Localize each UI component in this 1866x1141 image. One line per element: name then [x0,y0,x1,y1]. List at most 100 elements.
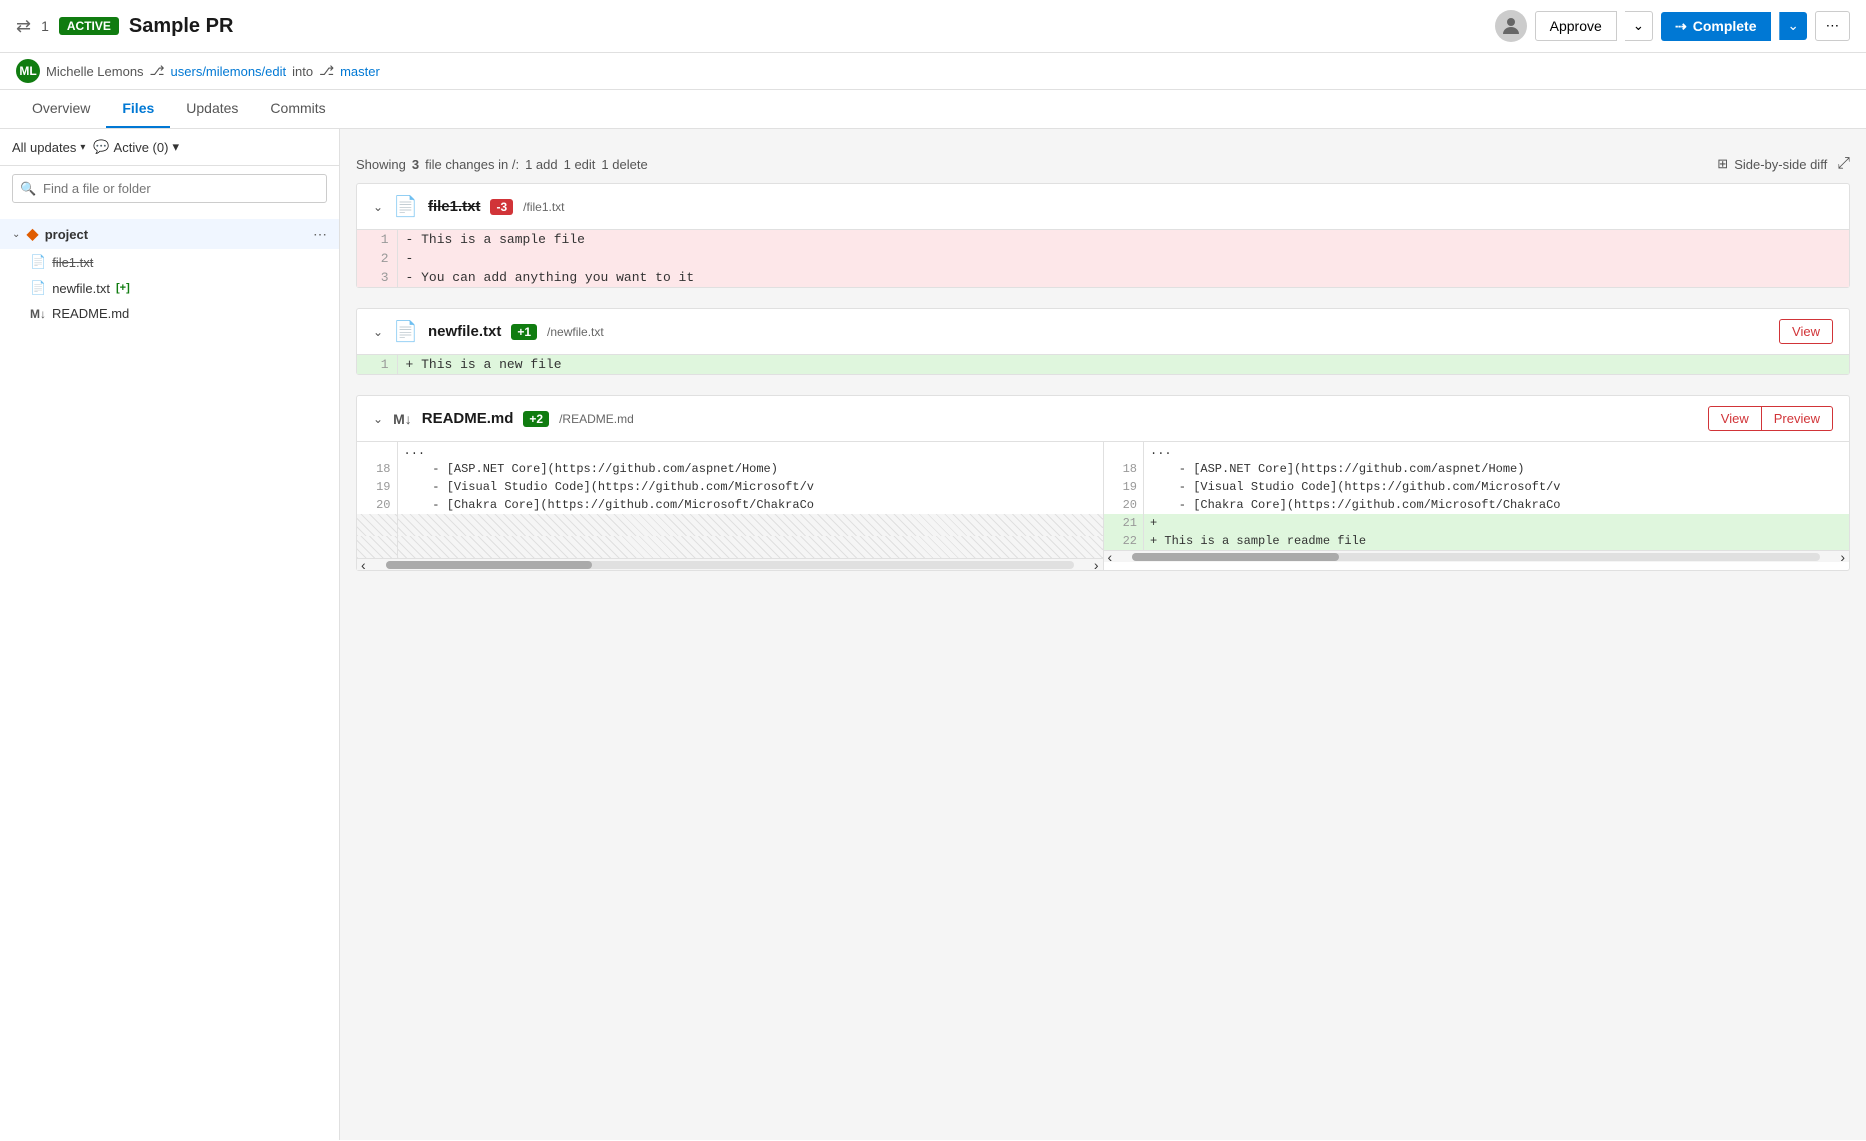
all-updates-filter[interactable]: All updates ▾ [12,139,85,155]
branch-to-link[interactable]: master [340,64,380,79]
tree-group-project: ⌄ ◆ project ⋯ 📄 file1.txt 📄 newfile.txt … [0,215,339,330]
line-code: + [1144,514,1850,532]
complete-dropdown-button[interactable]: ⌄ [1779,12,1807,40]
complete-button[interactable]: ⇢ Complete [1661,12,1771,41]
main-layout: All updates ▾ 💬 Active (0) ▾ 🔍 ⌄ ◆ proje… [0,129,1866,1140]
line-num [357,536,397,558]
scroll-left-arrow[interactable]: ‹ [357,557,370,571]
table-row: 3 - You can add anything you want to it [357,268,1849,287]
comment-icon: 💬 [93,139,109,155]
pr-icon: ⇄ [16,16,31,37]
scrollbar-thumb-left [386,561,592,569]
delete-count: 1 delete [601,157,647,172]
table-row: 18 - [ASP.NET Core](https://github.com/a… [1104,460,1850,478]
table-row [357,514,1103,536]
side-by-side-icon: ⊞ [1717,156,1728,172]
tab-overview[interactable]: Overview [16,90,106,128]
file-search-box: 🔍 [12,174,327,203]
scroll-right-arrow[interactable]: › [1090,557,1103,571]
diff-badge-newfiletxt: +1 [511,324,537,340]
diff-table-right: ... 18 - [ASP.NET Core](https://github.c… [1104,442,1850,550]
scroll-left-arrow-right[interactable]: ‹ [1104,549,1117,565]
active-badge: ACTIVE [59,17,119,35]
tab-commits[interactable]: Commits [254,90,341,128]
table-row: ... [1104,442,1850,460]
sidebar-toolbar: All updates ▾ 💬 Active (0) ▾ [0,129,339,166]
diff-filename-file1txt: file1.txt [428,198,481,215]
scrollbar-track-left[interactable] [386,561,1074,569]
sidebar: All updates ▾ 💬 Active (0) ▾ 🔍 ⌄ ◆ proje… [0,129,340,1140]
line-num: 18 [1104,460,1144,478]
file-icon: 📄 [30,254,46,270]
file-name-newfiletxt: newfile.txt [52,281,110,296]
branch-from-link[interactable]: users/milemons/edit [171,64,287,79]
line-num: 2 [357,249,397,268]
expand-icon[interactable]: ⤢ [1837,155,1850,173]
line-code [397,514,1103,536]
table-row: 18 - [ASP.NET Core](https://github.com/a… [357,460,1103,478]
search-input[interactable] [12,174,327,203]
collapse-icon-newfiletxt[interactable]: ⌄ [373,325,383,339]
complete-icon: ⇢ [1675,18,1687,35]
line-code: - [Visual Studio Code](https://github.co… [397,478,1103,496]
scrollbar-track-right[interactable] [1132,553,1820,561]
line-code: - [ASP.NET Core](https://github.com/aspn… [397,460,1103,478]
line-code: ... [1144,442,1850,460]
line-num: 1 [357,230,397,249]
line-code: - [Visual Studio Code](https://github.co… [1144,478,1850,496]
line-code: - [397,249,1849,268]
edit-count: 1 edit [564,157,596,172]
tree-file-readmemd[interactable]: M↓ README.md [0,301,339,326]
line-num [357,442,397,460]
table-row: ... [357,442,1103,460]
folder-icon: ◆ [26,224,38,244]
table-row: 19 - [Visual Studio Code](https://github… [1104,478,1850,496]
line-num [357,514,397,536]
tab-updates[interactable]: Updates [170,90,254,128]
author-name: Michelle Lemons [46,64,144,79]
diff-content-file1txt: 1 - This is a sample file 2 - 3 - You ca… [357,230,1849,287]
header-actions: Approve ⌄ ⇢ Complete ⌄ ⋯ [1495,10,1850,42]
tab-files[interactable]: Files [106,90,170,128]
stats-bar: Showing 3 file changes in /: 1 add 1 edi… [356,145,1850,183]
side-by-side-label: Side-by-side diff [1734,157,1827,172]
scroll-area-right: ‹ › [1104,550,1850,562]
diff-filename-readmemd: README.md [422,410,514,427]
more-button[interactable]: ⋯ [1815,11,1850,41]
diff-right-readmemd: ... 18 - [ASP.NET Core](https://github.c… [1104,442,1850,570]
filter-arrow-icon: ▾ [80,142,85,153]
line-code: - This is a sample file [397,230,1849,249]
add-count: 1 add [525,157,558,172]
file-count: 3 [412,157,419,172]
file-badge-new: [+] [116,282,130,294]
complete-label: Complete [1693,18,1757,34]
diff-left-readmemd: ... 18 - [ASP.NET Core](https://github.c… [357,442,1104,570]
tree-folder-project[interactable]: ⌄ ◆ project ⋯ [0,219,339,249]
collapse-icon-readmemd[interactable]: ⌄ [373,412,383,426]
md-icon: M↓ [30,307,46,321]
folder-more-icon[interactable]: ⋯ [313,226,327,243]
header: ⇄ 1 ACTIVE Sample PR Approve ⌄ ⇢ Complet… [0,0,1866,53]
tree-file-newfiletxt[interactable]: 📄 newfile.txt [+] [0,275,339,301]
approve-dropdown-button[interactable]: ⌄ [1625,11,1653,41]
preview-button-readmemd[interactable]: Preview [1762,406,1833,431]
line-num: 20 [1104,496,1144,514]
diff-card-file1txt: ⌄ 📄 file1.txt -3 /file1.txt 1 - This is … [356,183,1850,288]
table-row: 20 - [Chakra Core](https://github.com/Mi… [357,496,1103,514]
tree-file-file1txt[interactable]: 📄 file1.txt [0,249,339,275]
diff-header-file1txt: ⌄ 📄 file1.txt -3 /file1.txt [357,184,1849,230]
scrollbar-thumb-right [1132,553,1338,561]
approve-button[interactable]: Approve [1535,11,1617,41]
diff-table-newfiletxt: 1 + This is a new file [357,355,1849,374]
diff-card-newfiletxt: ⌄ 📄 newfile.txt +1 /newfile.txt View 1 +… [356,308,1850,375]
collapse-icon-file1txt[interactable]: ⌄ [373,200,383,214]
side-by-side-toggle[interactable]: ⊞ Side-by-side diff [1717,156,1827,172]
file-name-file1txt: file1.txt [52,255,93,270]
scroll-right-arrow-right[interactable]: › [1836,549,1849,565]
table-row: 2 - [357,249,1849,268]
view-button-newfiletxt[interactable]: View [1779,319,1833,344]
line-code: + This is a new file [397,355,1849,374]
active-comments-filter[interactable]: 💬 Active (0) ▾ [93,139,179,155]
view-button-readmemd[interactable]: View [1708,406,1762,431]
line-num: 22 [1104,532,1144,550]
